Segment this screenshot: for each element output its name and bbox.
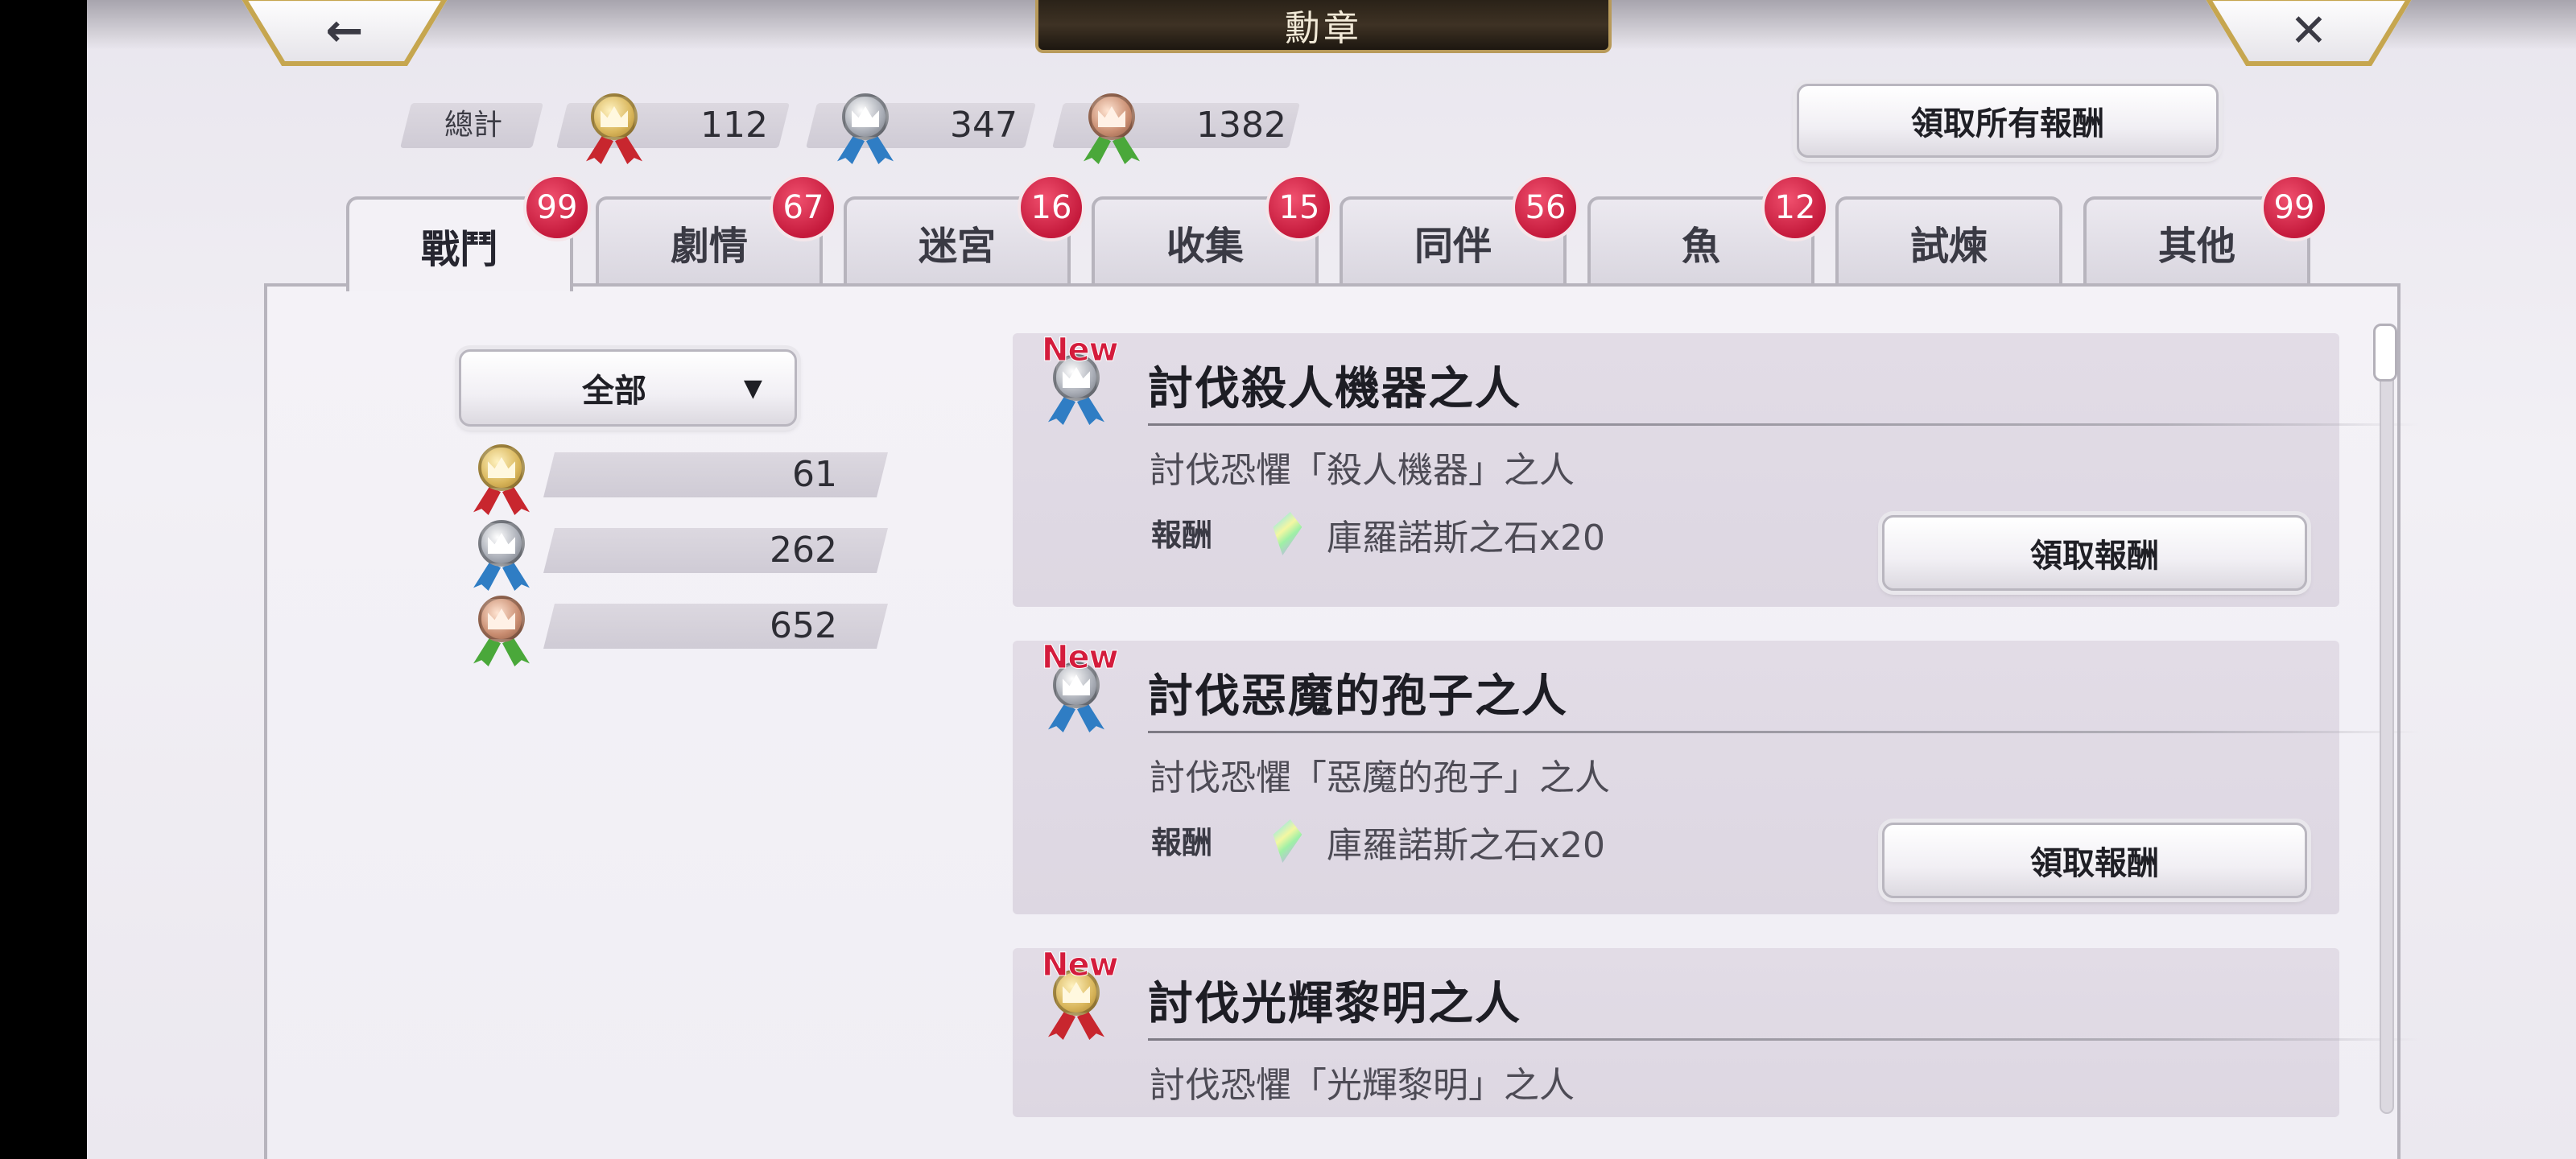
bronze-medal-icon xyxy=(1080,93,1143,166)
divider xyxy=(1148,423,2420,426)
close-button[interactable]: ✕ xyxy=(2204,0,2413,66)
reward-label: 報酬 xyxy=(1151,517,1213,553)
medal-card: New 討伐惡魔的孢子之人 討伐恐懼「惡魔的孢子」之人 報酬 庫羅諾斯之石x20… xyxy=(1013,639,2420,914)
bronze-count: 652 xyxy=(770,605,837,646)
tab-fish-badge: 12 xyxy=(1761,174,1829,241)
page-title-plate: 勳章 xyxy=(1035,0,1612,53)
chronos-stone-icon xyxy=(1268,512,1305,555)
medal-title: 討伐光輝黎明之人 xyxy=(1148,977,1521,1030)
filter-dropdown[interactable]: 全部 ▼ xyxy=(459,349,797,427)
medal-title: 討伐惡魔的孢子之人 xyxy=(1148,670,1568,723)
scrollbar-track[interactable] xyxy=(2380,325,2394,1114)
new-badge: New xyxy=(1042,332,1120,369)
divider xyxy=(1148,731,2420,733)
tab-labyrinth-badge: 16 xyxy=(1018,174,1085,241)
claim-reward-button[interactable]: 領取報酬 xyxy=(1882,823,2307,898)
tab-label: 劇情 xyxy=(670,224,748,269)
page-title: 勳章 xyxy=(1285,8,1362,49)
tab-label: 同伴 xyxy=(1414,224,1492,269)
tab-trial[interactable]: 試煉 xyxy=(1835,196,2062,285)
tab-label: 收集 xyxy=(1166,224,1244,269)
back-button[interactable]: ← xyxy=(240,0,449,66)
medal-card: New 討伐殺人機器之人 討伐恐懼「殺人機器」之人 報酬 庫羅諾斯之石x20 領… xyxy=(1013,332,2420,607)
medal-card: New 討伐光輝黎明之人 討伐恐懼「光輝黎明」之人 xyxy=(1013,947,2420,1117)
medal-description: 討伐恐懼「惡魔的孢子」之人 xyxy=(1150,757,1610,798)
tab-label: 魚 xyxy=(1681,224,1720,269)
new-badge: New xyxy=(1042,947,1120,984)
claim-all-rewards-button[interactable]: 領取所有報酬 xyxy=(1797,84,2219,158)
scrollbar-thumb[interactable] xyxy=(2373,324,2397,382)
silver-medal-icon xyxy=(834,93,897,166)
silver-count: 262 xyxy=(770,530,837,571)
game-screen: ← 勳章 ✕ 總計 112 347 1382 領取所有報酬 戰鬥 99 劇情 6… xyxy=(87,0,2576,1159)
gold-count: 61 xyxy=(792,454,837,495)
gold-medal-icon xyxy=(583,93,646,166)
tab-label: 其他 xyxy=(2157,224,2235,269)
medal-title: 討伐殺人機器之人 xyxy=(1148,362,1521,415)
claim-reward-button[interactable]: 領取報酬 xyxy=(1882,515,2307,591)
total-label: 總計 xyxy=(444,109,503,142)
tab-collection-badge: 15 xyxy=(1265,174,1333,241)
medal-description: 討伐恐懼「殺人機器」之人 xyxy=(1150,450,1575,491)
chevron-down-icon: ▼ xyxy=(743,373,762,402)
reward-label: 報酬 xyxy=(1151,824,1213,860)
total-bronze-count: 1382 xyxy=(1196,105,1286,146)
chronos-stone-icon xyxy=(1268,819,1305,863)
filter-selected-value: 全部 xyxy=(582,372,646,410)
reward-text: 庫羅諾斯之石x20 xyxy=(1327,825,1606,866)
tab-label: 戰鬥 xyxy=(420,227,498,272)
total-gold-count: 112 xyxy=(700,105,768,146)
tab-companion-badge: 56 xyxy=(1512,174,1579,241)
tab-story-badge: 67 xyxy=(770,174,837,241)
silver-medal-icon xyxy=(470,520,533,592)
gold-medal-icon xyxy=(470,444,533,517)
divider xyxy=(1148,1038,2420,1041)
bronze-medal-icon xyxy=(470,596,533,668)
close-icon: ✕ xyxy=(2289,5,2328,57)
tab-battle-badge: 99 xyxy=(523,174,591,241)
tab-label: 試煉 xyxy=(1909,224,1988,269)
tab-label: 迷宮 xyxy=(918,224,996,269)
reward-text: 庫羅諾斯之石x20 xyxy=(1327,518,1606,559)
total-silver-count: 347 xyxy=(950,105,1018,146)
medal-description: 討伐恐懼「光輝黎明」之人 xyxy=(1150,1065,1575,1106)
tab-other-badge: 99 xyxy=(2260,174,2328,241)
new-badge: New xyxy=(1042,639,1120,677)
back-arrow-icon: ← xyxy=(325,5,364,57)
